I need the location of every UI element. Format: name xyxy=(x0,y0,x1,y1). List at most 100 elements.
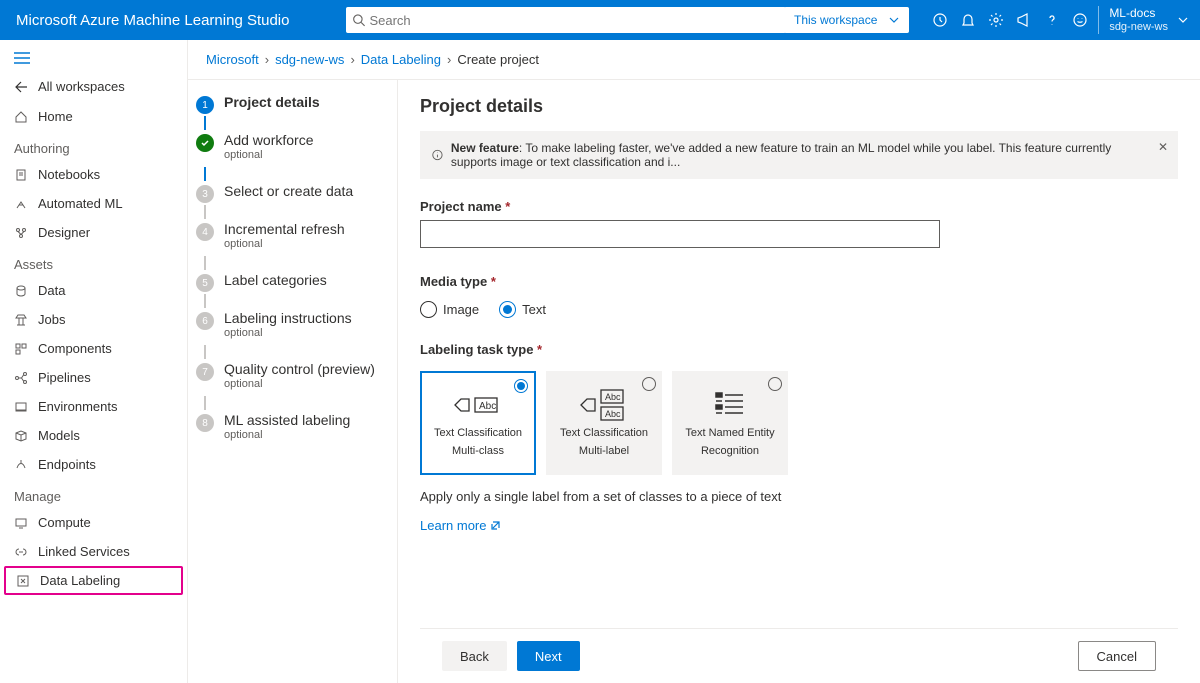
search-scope-label: This workspace xyxy=(794,13,877,27)
sidebar-group-authoring: Authoring xyxy=(0,131,187,160)
sidebar-item-data[interactable]: Data xyxy=(0,276,187,305)
breadcrumb-link[interactable]: sdg-new-ws xyxy=(275,52,344,67)
chevron-down-icon xyxy=(1178,15,1188,25)
hamburger-icon[interactable] xyxy=(0,48,187,71)
project-name-label: Project name * xyxy=(420,199,1178,214)
data-icon xyxy=(14,284,28,298)
task-card-ner[interactable]: Text Named Entity Recognition xyxy=(672,371,788,475)
step-incremental-refresh[interactable]: 4Incremental refreshoptional xyxy=(196,221,387,256)
task-card-multilabel[interactable]: AbcAbc Text Classification Multi-label xyxy=(546,371,662,475)
card-title: Text Classification xyxy=(560,427,648,439)
back-all-workspaces[interactable]: All workspaces xyxy=(0,71,187,102)
step-labeling-instructions[interactable]: 6Labeling instructionsoptional xyxy=(196,310,387,345)
sidebar-item-label: Data Labeling xyxy=(40,573,120,588)
step-project-details[interactable]: 1Project details xyxy=(196,94,387,116)
jobs-icon xyxy=(14,313,28,327)
radio-icon xyxy=(642,377,656,391)
list-icon xyxy=(715,389,745,421)
radio-icon xyxy=(420,301,437,318)
tag-icon xyxy=(16,574,30,588)
breadcrumb-link[interactable]: Data Labeling xyxy=(361,52,441,67)
sidebar-item-components[interactable]: Components xyxy=(0,334,187,363)
learn-more-link[interactable]: Learn more xyxy=(420,518,1178,533)
sidebar-item-label: Components xyxy=(38,341,112,356)
top-bar: Microsoft Azure Machine Learning Studio … xyxy=(0,0,1200,40)
sidebar-item-label: Models xyxy=(38,428,80,443)
sidebar-item-automl[interactable]: Automated ML xyxy=(0,189,187,218)
sidebar-item-label: All workspaces xyxy=(38,79,125,94)
close-icon[interactable]: ✕ xyxy=(1158,140,1168,154)
sidebar-item-environments[interactable]: Environments xyxy=(0,392,187,421)
help-icon[interactable] xyxy=(1038,0,1066,40)
step-number: 3 xyxy=(196,185,214,203)
sidebar-item-label: Endpoints xyxy=(38,457,96,472)
step-title: Add workforce xyxy=(224,132,313,148)
compute-icon xyxy=(14,516,28,530)
cancel-button[interactable]: Cancel xyxy=(1078,641,1156,671)
sidebar-group-manage: Manage xyxy=(0,479,187,508)
project-name-input[interactable] xyxy=(420,220,940,248)
step-optional: optional xyxy=(224,238,345,250)
notebook-icon xyxy=(14,168,28,182)
workspace-sub: sdg-new-ws xyxy=(1109,21,1168,34)
radio-label: Image xyxy=(443,302,479,317)
brand: Microsoft Azure Machine Learning Studio xyxy=(16,12,346,29)
megaphone-icon[interactable] xyxy=(1010,0,1038,40)
smile-icon[interactable] xyxy=(1066,0,1094,40)
main-panel: Project details New feature: To make lab… xyxy=(398,80,1200,683)
sidebar-item-linked-services[interactable]: Linked Services xyxy=(0,537,187,566)
link-icon xyxy=(14,545,28,559)
step-quality-control[interactable]: 7Quality control (preview)optional xyxy=(196,361,387,396)
step-optional: optional xyxy=(224,149,313,161)
step-add-workforce[interactable]: Add workforceoptional xyxy=(196,132,387,167)
link-label: Learn more xyxy=(420,518,486,533)
info-banner: New feature: To make labeling faster, we… xyxy=(420,131,1178,179)
sidebar-item-models[interactable]: Models xyxy=(0,421,187,450)
sidebar-item-home[interactable]: Home xyxy=(0,102,187,131)
breadcrumb: Microsoft› sdg-new-ws› Data Labeling› Cr… xyxy=(188,40,1200,80)
sidebar-item-compute[interactable]: Compute xyxy=(0,508,187,537)
page-title: Project details xyxy=(420,96,1178,117)
sidebar-item-label: Compute xyxy=(38,515,91,530)
sidebar-item-label: Notebooks xyxy=(38,167,100,182)
radio-icon xyxy=(768,377,782,391)
sidebar-item-designer[interactable]: Designer xyxy=(0,218,187,247)
search-input[interactable] xyxy=(369,13,780,28)
next-button[interactable]: Next xyxy=(517,641,580,671)
sidebar-item-label: Jobs xyxy=(38,312,65,327)
card-subtitle: Multi-label xyxy=(579,445,629,457)
sidebar-item-jobs[interactable]: Jobs xyxy=(0,305,187,334)
info-icon xyxy=(432,148,443,162)
step-ml-assisted[interactable]: 8ML assisted labelingoptional xyxy=(196,412,387,447)
sidebar-item-data-labeling[interactable]: Data Labeling xyxy=(4,566,183,595)
designer-icon xyxy=(14,226,28,240)
back-button[interactable]: Back xyxy=(442,641,507,671)
bell-icon[interactable] xyxy=(954,0,982,40)
sidebar-item-pipelines[interactable]: Pipelines xyxy=(0,363,187,392)
check-icon xyxy=(196,134,214,152)
search-box[interactable] xyxy=(346,7,786,33)
sidebar-item-label: Designer xyxy=(38,225,90,240)
media-radio-text[interactable]: Text xyxy=(499,301,546,318)
endpoints-icon xyxy=(14,458,28,472)
media-radio-image[interactable]: Image xyxy=(420,301,479,318)
task-type-label: Labeling task type * xyxy=(420,342,1178,357)
sidebar-item-label: Data xyxy=(38,283,65,298)
step-optional: optional xyxy=(224,429,350,441)
search-scope[interactable]: This workspace xyxy=(784,7,909,33)
environments-icon xyxy=(14,400,28,414)
breadcrumb-link[interactable]: Microsoft xyxy=(206,52,259,67)
banner-text: New feature: To make labeling faster, we… xyxy=(451,141,1144,169)
task-card-multiclass[interactable]: Abc Text Classification Multi-class xyxy=(420,371,536,475)
step-label-categories[interactable]: 5Label categories xyxy=(196,272,387,294)
step-select-data[interactable]: 3Select or create data xyxy=(196,183,387,205)
clock-icon[interactable] xyxy=(926,0,954,40)
sidebar-item-label: Home xyxy=(38,109,73,124)
sidebar-item-notebooks[interactable]: Notebooks xyxy=(0,160,187,189)
sidebar-group-assets: Assets xyxy=(0,247,187,276)
gear-icon[interactable] xyxy=(982,0,1010,40)
sidebar-item-endpoints[interactable]: Endpoints xyxy=(0,450,187,479)
chevron-down-icon xyxy=(889,15,899,25)
step-title: Label categories xyxy=(224,272,327,288)
workspace-picker[interactable]: ML-docs sdg-new-ws xyxy=(1098,6,1188,34)
